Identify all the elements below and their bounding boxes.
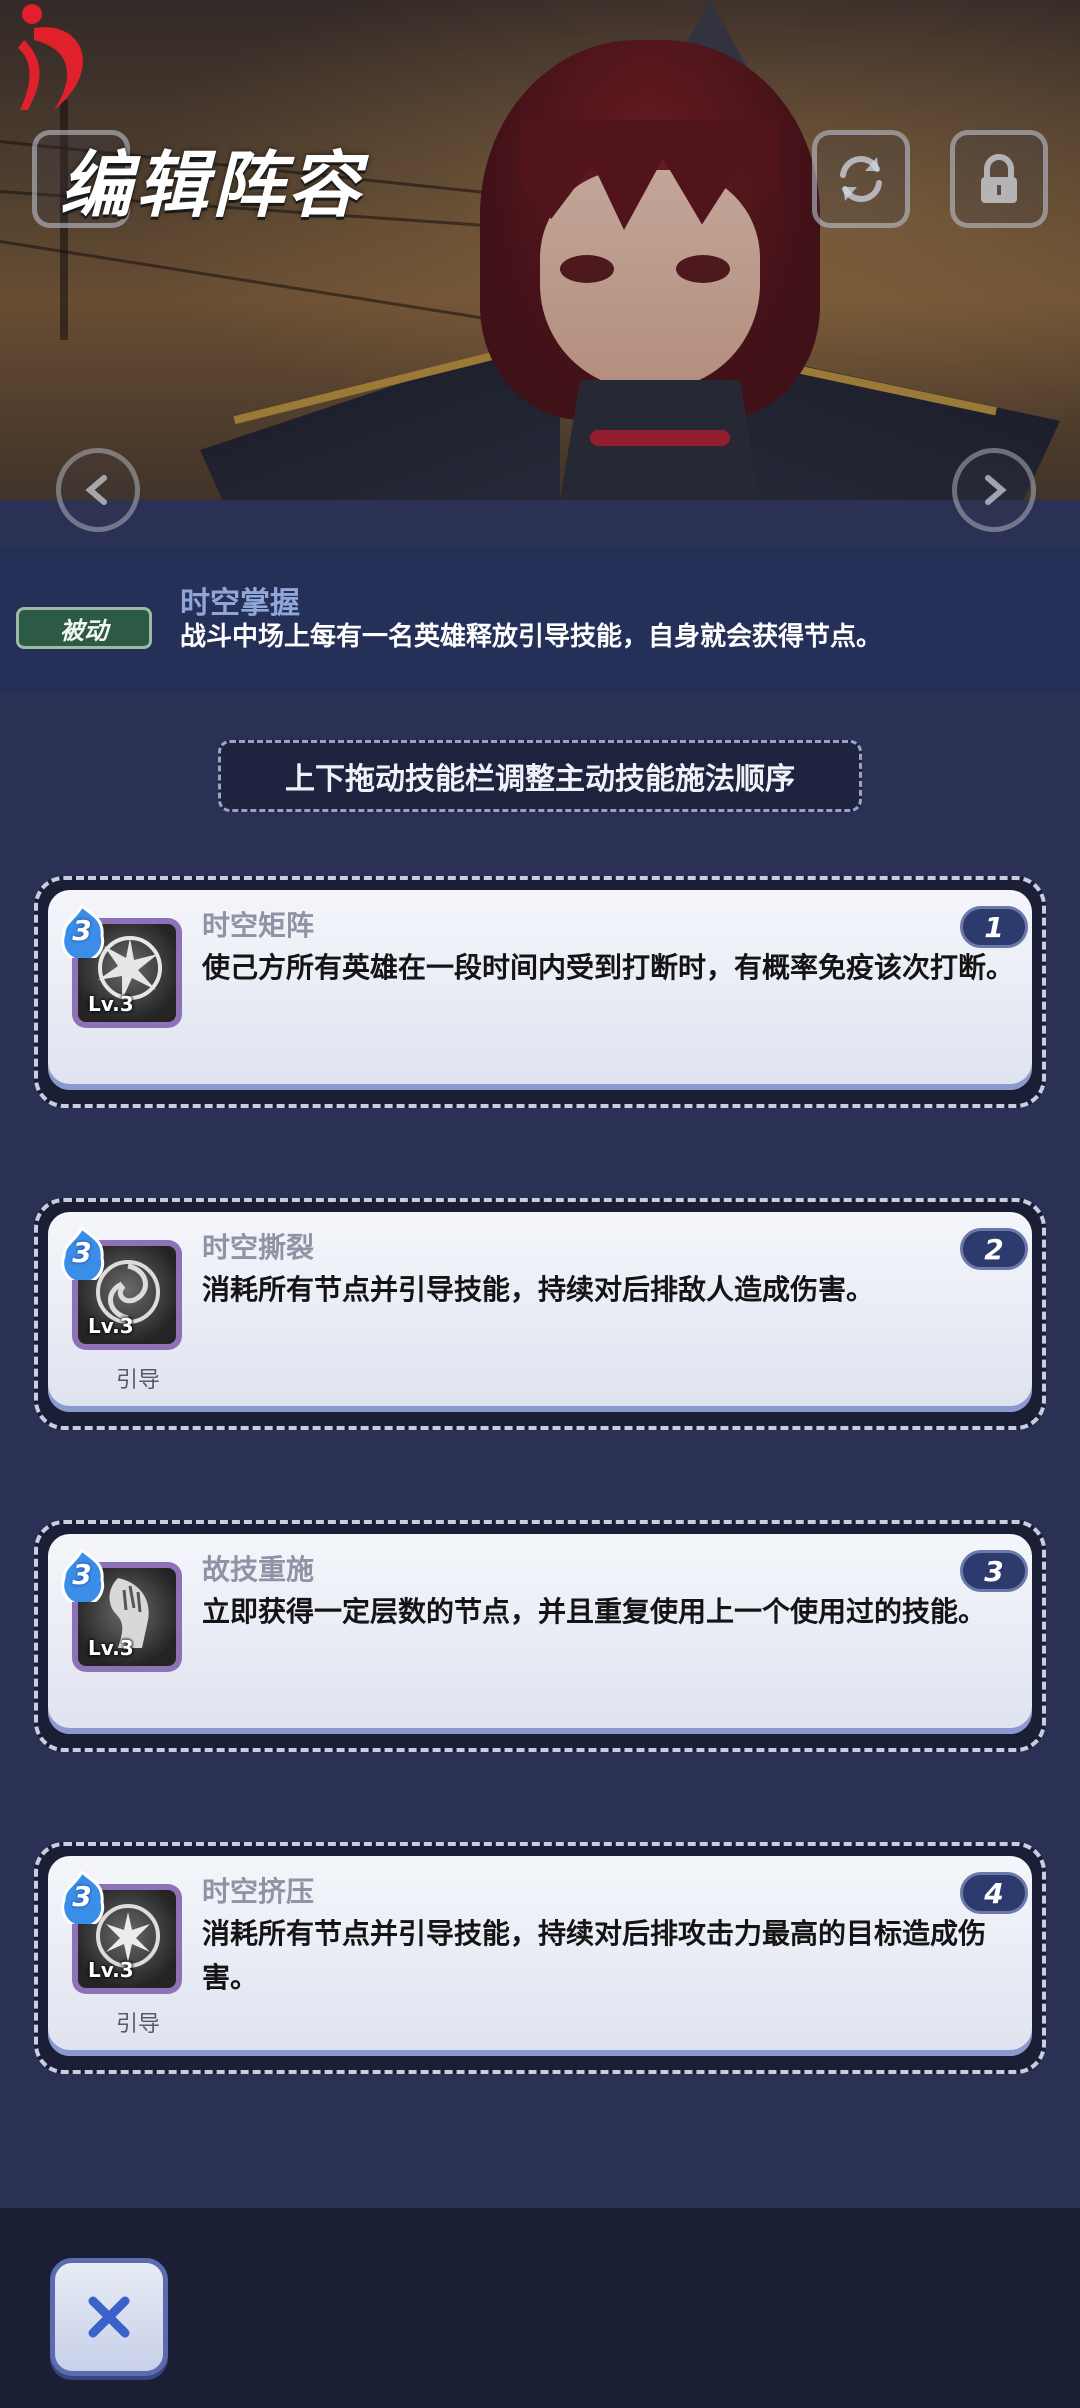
skill-card[interactable]: Lv.3 3 时空矩阵 使己方所有英雄在一段时间内受到打断时，有概率免疫该次打断…	[48, 890, 1032, 1090]
passive-skill-description: 战斗中场上每有一名英雄释放引导技能，自身就会获得节点。	[180, 622, 883, 652]
previous-hero-button[interactable]	[56, 448, 140, 532]
drag-hint: 上下拖动技能栏调整主动技能施法顺序	[218, 740, 862, 812]
page-title: 编辑阵容	[60, 143, 365, 227]
refresh-button[interactable]	[812, 130, 910, 228]
level-gem: 3	[60, 904, 110, 958]
refresh-icon	[840, 156, 882, 202]
skill-description: 立即获得一定层数的节点，并且重复使用上一个使用过的技能。	[202, 1595, 987, 1628]
skill-level-label: Lv.3	[88, 1958, 134, 1982]
close-icon	[88, 2296, 130, 2338]
skill-slot[interactable]: Lv.3 3 引导 时空撕裂 消耗所有节点并引导技能，持续对后排敌人造成伤害。 …	[34, 1198, 1046, 1430]
cast-order-badge: 4	[960, 1872, 1028, 1914]
skill-name: 时空挤压	[202, 1875, 315, 1908]
cast-order-badge: 2	[960, 1228, 1028, 1270]
skill-level-label: Lv.3	[88, 992, 134, 1016]
cast-order-badge: 1	[960, 906, 1028, 948]
skill-name: 时空撕裂	[202, 1231, 315, 1264]
skill-name: 故技重施	[202, 1553, 315, 1586]
skill-slot[interactable]: Lv.3 3 时空矩阵 使己方所有英雄在一段时间内受到打断时，有概率免疫该次打断…	[34, 876, 1046, 1108]
skill-type-tag: 引导	[115, 2012, 160, 2037]
skill-name: 时空矩阵	[202, 909, 315, 942]
chevron-right-icon	[985, 475, 1007, 505]
close-button[interactable]	[50, 2258, 168, 2376]
cast-order-badge: 3	[960, 1550, 1028, 1592]
passive-badge: 被动	[16, 607, 152, 649]
skill-type-tag: 引导	[115, 1368, 160, 1393]
lock-button[interactable]	[950, 130, 1048, 228]
level-gem: 3	[60, 1226, 110, 1280]
skill-card[interactable]: Lv.3 3 引导 时空撕裂 消耗所有节点并引导技能，持续对后排敌人造成伤害。 …	[48, 1212, 1032, 1412]
hero-banner	[0, 0, 1080, 500]
next-hero-button[interactable]	[952, 448, 1036, 532]
level-gem: 3	[60, 1548, 110, 1602]
skill-level-label: Lv.3	[88, 1636, 134, 1660]
lock-icon	[981, 154, 1017, 203]
skill-description: 消耗所有节点并引导技能，持续对后排敌人造成伤害。	[202, 1273, 875, 1306]
skill-card[interactable]: Lv.3 3 故技重施 立即获得一定层数的节点，并且重复使用上一个使用过的技能。…	[48, 1534, 1032, 1734]
skill-slot[interactable]: Lv.3 3 引导 时空挤压 消耗所有节点并引导技能，持续对后排攻击力最高的目标…	[34, 1842, 1046, 2074]
skill-description: 使己方所有英雄在一段时间内受到打断时，有概率免疫该次打断。	[202, 951, 1015, 984]
skill-card[interactable]: Lv.3 3 引导 时空挤压 消耗所有节点并引导技能，持续对后排攻击力最高的目标…	[48, 1856, 1032, 2056]
app-logo-icon	[18, 4, 83, 110]
skill-level-label: Lv.3	[88, 1314, 134, 1338]
skill-description: 消耗所有节点并引导技能，持续对后排攻击力最高的目标造成伤害。	[202, 1917, 987, 1994]
chevron-left-icon	[85, 475, 107, 505]
skill-slot[interactable]: Lv.3 3 故技重施 立即获得一定层数的节点，并且重复使用上一个使用过的技能。…	[34, 1520, 1046, 1752]
level-gem: 3	[60, 1870, 110, 1924]
